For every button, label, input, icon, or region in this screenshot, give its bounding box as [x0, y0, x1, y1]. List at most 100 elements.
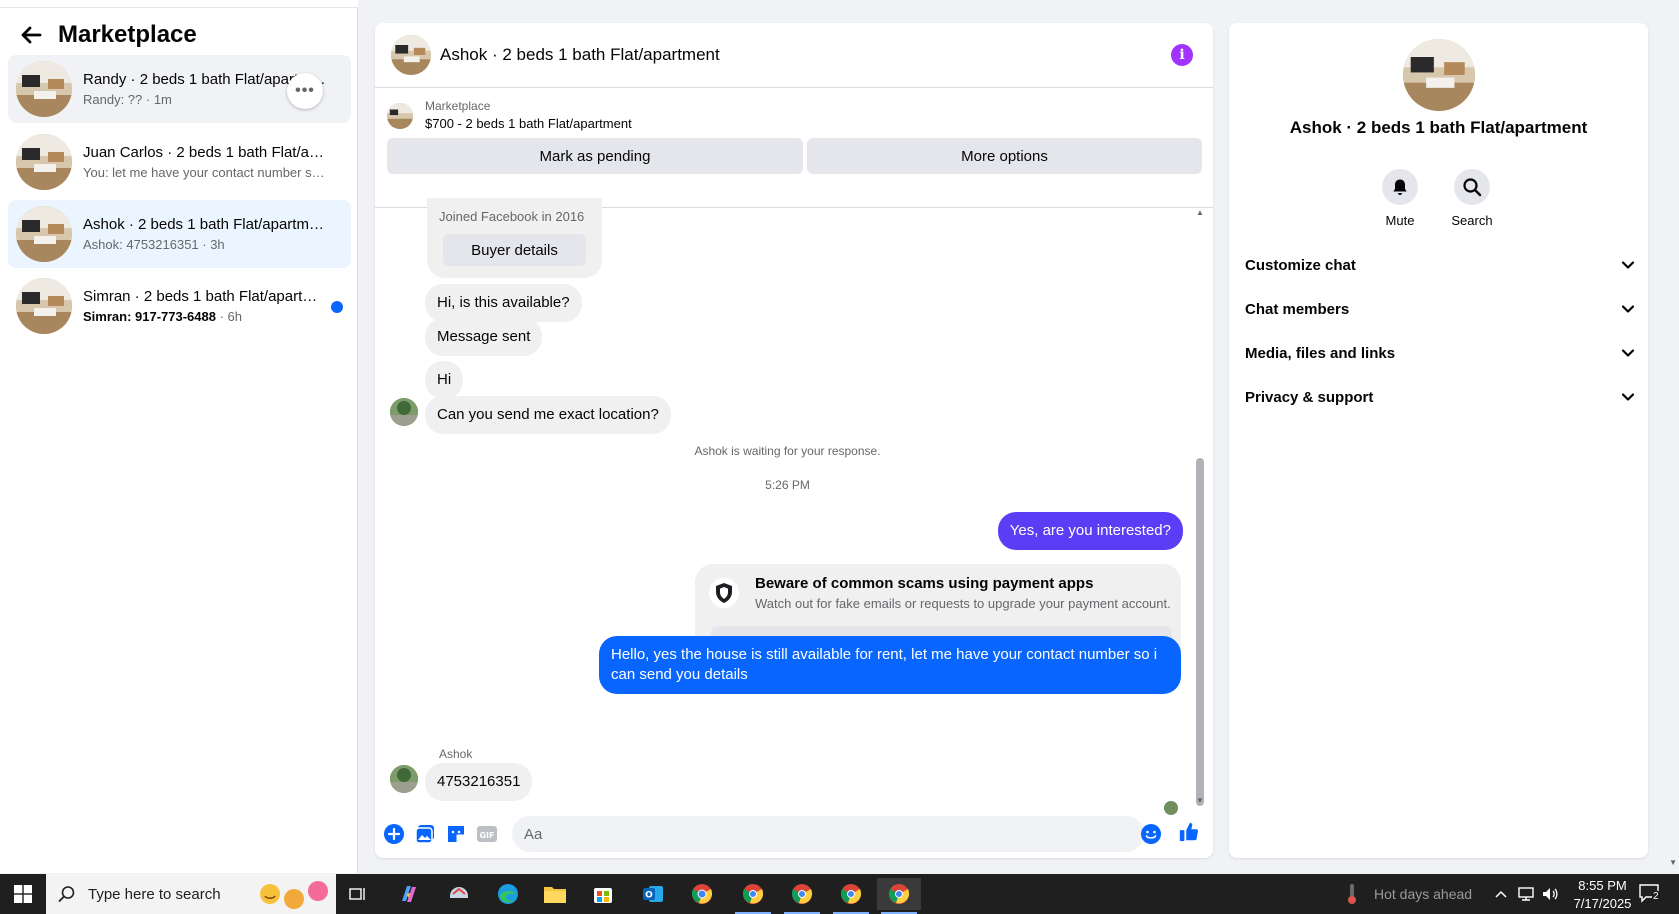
- clock-date[interactable]: 7/17/2025: [1568, 896, 1637, 911]
- message-input[interactable]: [512, 816, 1144, 852]
- network-icon[interactable]: [1517, 886, 1535, 902]
- windows-taskbar: Type here to search O Hot days ahead 8:5…: [0, 874, 1679, 914]
- edge-browser-icon[interactable]: [486, 878, 530, 910]
- listing-thumbnail: [16, 206, 72, 262]
- info-listing-thumbnail: [1403, 39, 1475, 111]
- chat-title[interactable]: Ashok · 2 beds 1 bath Flat/apartment: [440, 45, 720, 65]
- outgoing-message: Hello, yes the house is still available …: [599, 636, 1181, 694]
- sender-avatar[interactable]: [390, 398, 418, 426]
- chrome-profile-icon[interactable]: [780, 878, 824, 914]
- incoming-message: Hi: [425, 361, 464, 399]
- chevron-down-icon: [1621, 305, 1635, 313]
- info-title: Ashok · 2 beds 1 bath Flat/apartment: [1289, 118, 1588, 137]
- conversation-sidebar: Marketplace Randy · 2 beds 1 bath Flat/a…: [0, 0, 358, 873]
- app-helmet-icon[interactable]: [437, 878, 481, 910]
- chrome-profile-icon-active[interactable]: [877, 878, 921, 914]
- mute-label: Mute: [1385, 213, 1415, 228]
- buyer-details-button[interactable]: Buyer details: [443, 234, 586, 266]
- photo-icon[interactable]: [414, 823, 436, 845]
- listing-kicker: Marketplace: [425, 99, 491, 113]
- preview-time: · 6h: [215, 308, 242, 324]
- conversation-info-panel: Ashok · 2 beds 1 bath Flat/apartment Mut…: [1229, 23, 1648, 858]
- notification-count: 2: [1652, 891, 1660, 902]
- like-thumb-icon[interactable]: [1178, 821, 1200, 843]
- unread-indicator: [331, 301, 343, 313]
- composer: GIF: [375, 808, 1213, 858]
- emoji-icon[interactable]: [1140, 823, 1162, 845]
- chat-panel: Ashok · 2 beds 1 bath Flat/apartment i M…: [375, 23, 1213, 858]
- search-icon: [58, 886, 75, 902]
- clock-time[interactable]: 8:55 PM: [1570, 878, 1635, 893]
- conversation-preview: Simran: 917-773-6488 · 6h: [83, 308, 328, 326]
- svg-text:GIF: GIF: [479, 831, 494, 840]
- row-label: Chat members: [1245, 300, 1350, 318]
- chrome-profile-icon[interactable]: [731, 878, 775, 914]
- chat-listing-thumbnail[interactable]: [391, 35, 431, 75]
- listing-bar: Marketplace $700 - 2 beds 1 bath Flat/ap…: [375, 88, 1213, 208]
- page-scroll-down-arrow-icon[interactable]: ▼: [1669, 858, 1677, 867]
- conversation-item[interactable]: Juan Carlos · 2 beds 1 bath Flat/apartme…: [8, 128, 351, 196]
- mark-as-pending-button[interactable]: Mark as pending: [387, 138, 803, 174]
- scroll-thumb[interactable]: [1196, 458, 1204, 806]
- sidebar-header: Marketplace: [18, 20, 197, 50]
- conversation-title: Juan Carlos · 2 beds 1 bath Flat/apartme…: [83, 143, 328, 161]
- privacy-support-row[interactable]: Privacy & support: [1245, 379, 1635, 415]
- incoming-message: Hi, is this available?: [425, 284, 582, 322]
- joined-text: Joined Facebook in 2016: [439, 209, 585, 224]
- task-view-icon[interactable]: [336, 878, 380, 910]
- conversation-title: Ashok · 2 beds 1 bath Flat/apartment: [83, 215, 328, 233]
- mute-button[interactable]: Mute: [1365, 169, 1435, 228]
- media-files-links-row[interactable]: Media, files and links: [1245, 335, 1635, 371]
- row-label: Privacy & support: [1245, 388, 1374, 406]
- time-divider: 5:26 PM: [765, 478, 810, 492]
- weather-text[interactable]: Hot days ahead: [1374, 886, 1472, 902]
- back-arrow-icon[interactable]: [18, 22, 44, 48]
- scroll-up-arrow-icon[interactable]: ▲: [1196, 208, 1204, 218]
- listing-info[interactable]: Marketplace $700 - 2 beds 1 bath Flat/ap…: [387, 98, 632, 133]
- preview-text: Simran: 917-773-6488: [83, 308, 216, 324]
- notifications-icon[interactable]: 2: [1638, 883, 1664, 905]
- chrome-icon[interactable]: [680, 878, 724, 910]
- conversation-item[interactable]: Ashok · 2 beds 1 bath Flat/apartment Ash…: [8, 200, 351, 268]
- sticker-icon[interactable]: [445, 823, 467, 845]
- listing-thumbnail: [16, 278, 72, 334]
- outlook-icon[interactable]: O: [631, 878, 675, 910]
- chevron-up-icon[interactable]: [1494, 888, 1508, 900]
- conversation-more-button[interactable]: •••: [287, 73, 323, 109]
- row-label: Customize chat: [1245, 256, 1356, 274]
- scam-title: Beware of common scams using payment app…: [755, 575, 1094, 592]
- listing-thumbnail: [387, 102, 413, 129]
- listing-name: $700 - 2 beds 1 bath Flat/apartment: [425, 116, 632, 131]
- customize-chat-row[interactable]: Customize chat: [1245, 247, 1635, 283]
- chevron-down-icon: [1621, 349, 1635, 357]
- windows-start-icon[interactable]: [0, 874, 46, 914]
- row-label: Media, files and links: [1245, 344, 1396, 362]
- search-chat-button[interactable]: Search: [1437, 169, 1507, 228]
- copilot-icon[interactable]: [387, 878, 431, 910]
- info-icon[interactable]: i: [1171, 44, 1193, 66]
- scam-subtitle: Watch out for fake emails or requests to…: [755, 596, 1171, 611]
- gif-icon[interactable]: GIF: [476, 823, 498, 845]
- plus-icon[interactable]: [383, 823, 405, 845]
- file-explorer-icon[interactable]: [533, 878, 577, 910]
- listing-thumbnail: [16, 134, 72, 190]
- top-bar: [0, 0, 358, 8]
- more-options-button[interactable]: More options: [807, 138, 1202, 174]
- speaker-icon[interactable]: [1541, 886, 1559, 902]
- chat-header: Ashok · 2 beds 1 bath Flat/apartment i: [375, 23, 1213, 88]
- scroll-down-arrow-icon[interactable]: ▼: [1196, 796, 1204, 806]
- chrome-profile-icon[interactable]: [829, 878, 873, 914]
- conversation-item[interactable]: Randy · 2 beds 1 bath Flat/apartment Ran…: [8, 55, 351, 123]
- waiting-notice: Ashok is waiting for your response.: [694, 444, 881, 458]
- conversation-item[interactable]: Simran · 2 beds 1 bath Flat/apartment Si…: [8, 272, 351, 340]
- microsoft-store-icon[interactable]: [581, 878, 625, 910]
- incoming-message: Can you send me exact location?: [425, 396, 671, 434]
- search-icon: [1454, 169, 1490, 205]
- taskbar-search-placeholder: Type here to search: [88, 885, 221, 903]
- taskbar-search[interactable]: Type here to search: [46, 874, 336, 914]
- message-scrollbar[interactable]: ▲ ▼: [1196, 208, 1204, 808]
- thermometer-icon: [1348, 884, 1356, 904]
- sender-avatar[interactable]: [390, 765, 418, 793]
- chat-members-row[interactable]: Chat members: [1245, 291, 1635, 327]
- conversation-preview: You: let me have your contact number so …: [83, 164, 328, 180]
